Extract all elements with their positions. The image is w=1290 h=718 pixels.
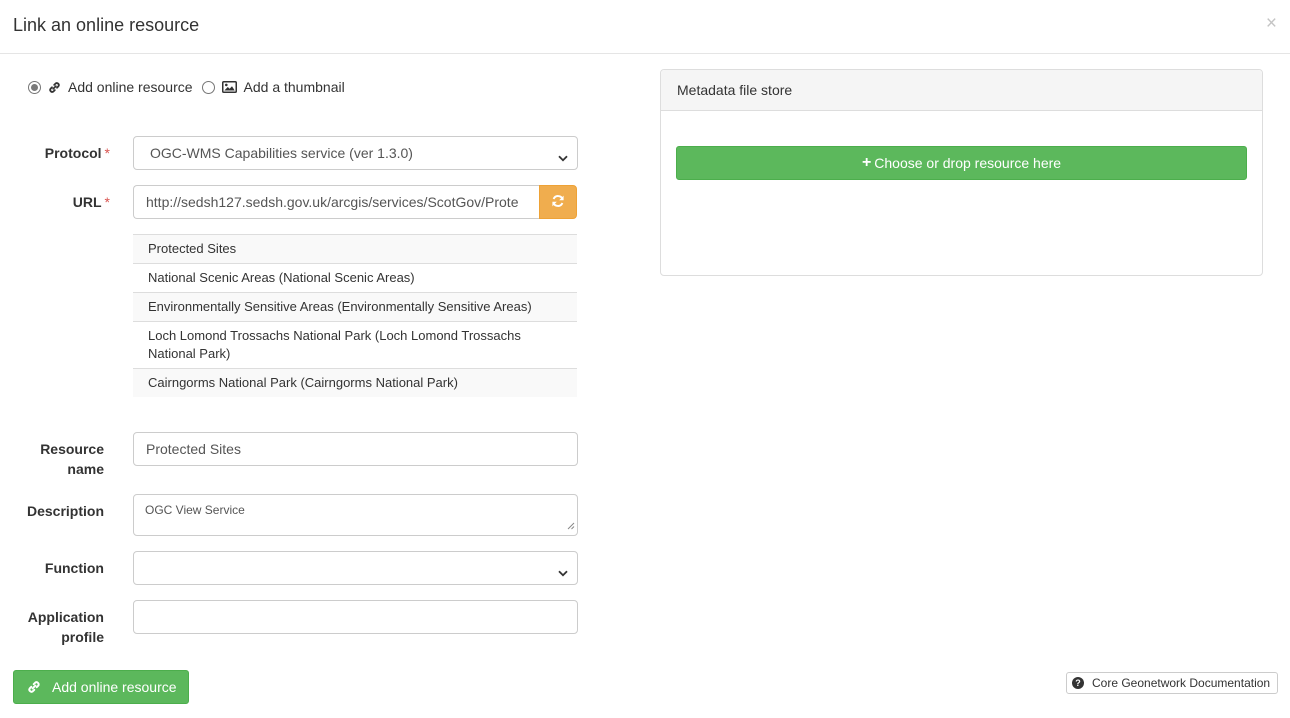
layer-list-item[interactable]: National Scenic Areas (National Scenic A… — [133, 263, 577, 292]
layer-list-item[interactable]: Protected Sites — [133, 234, 577, 263]
protocol-select-value: OGC-WMS Capabilities service (ver 1.3.0) — [150, 145, 413, 161]
add-thumbnail-radio[interactable] — [201, 80, 215, 94]
refresh-url-button[interactable] — [539, 185, 577, 219]
documentation-label: Core Geonetwork Documentation — [1092, 676, 1271, 690]
close-button[interactable]: × — [1266, 14, 1277, 33]
resource-name-input[interactable]: Protected Sites — [133, 432, 578, 466]
add-online-resource-button[interactable]: Add online resource — [13, 670, 189, 704]
url-label: URL * — [72, 194, 110, 210]
choose-drop-resource-button[interactable]: + Choose or drop resource here — [676, 146, 1247, 180]
description-value: OGC View Service — [145, 503, 245, 517]
link-icon — [27, 680, 41, 694]
function-select[interactable] — [133, 551, 578, 585]
description-label: Description — [26, 503, 104, 519]
description-textarea[interactable]: OGC View Service — [133, 494, 578, 536]
add-online-resource-button-label: Add online resource — [52, 679, 177, 695]
metadata-file-store-panel: Metadata file store + Choose or drop res… — [660, 69, 1263, 276]
add-thumbnail-label[interactable]: Add a thumbnail — [244, 79, 345, 95]
question-circle-icon: ? — [1072, 677, 1084, 689]
layer-list: Protected Sites National Scenic Areas (N… — [133, 234, 577, 397]
plus-icon: + — [861, 154, 872, 171]
function-label: Function — [44, 560, 104, 576]
layer-list-item[interactable]: Cairngorms National Park (Cairngorms Nat… — [133, 368, 577, 397]
application-profile-label: Application profile — [27, 609, 104, 645]
resource-name-label: Resource name — [40, 441, 104, 477]
protocol-select[interactable]: OGC-WMS Capabilities service (ver 1.3.0) — [133, 136, 578, 170]
resize-grip-icon[interactable] — [567, 519, 575, 533]
panel-heading: Metadata file store — [661, 70, 1262, 111]
chevron-down-icon — [558, 564, 568, 580]
application-profile-input[interactable] — [133, 600, 578, 634]
modal-header: Link an online resource × — [0, 0, 1290, 54]
form-labels: Protocol * URL * Resource name Description … — [0, 0, 110, 718]
image-icon — [221, 81, 237, 93]
layer-list-item[interactable]: Loch Lomond Trossachs National Park (Loc… — [133, 321, 577, 368]
documentation-button[interactable]: ? Core Geonetwork Documentation — [1066, 672, 1278, 694]
layer-list-item[interactable]: Environmentally Sensitive Areas (Environ… — [133, 292, 577, 321]
chevron-down-icon — [558, 149, 568, 165]
choose-drop-resource-label: Choose or drop resource here — [874, 155, 1062, 171]
protocol-label: Protocol * — [44, 145, 110, 161]
refresh-icon — [551, 194, 565, 211]
url-input[interactable]: http://sedsh127.sedsh.gov.uk/arcgis/serv… — [133, 185, 540, 219]
